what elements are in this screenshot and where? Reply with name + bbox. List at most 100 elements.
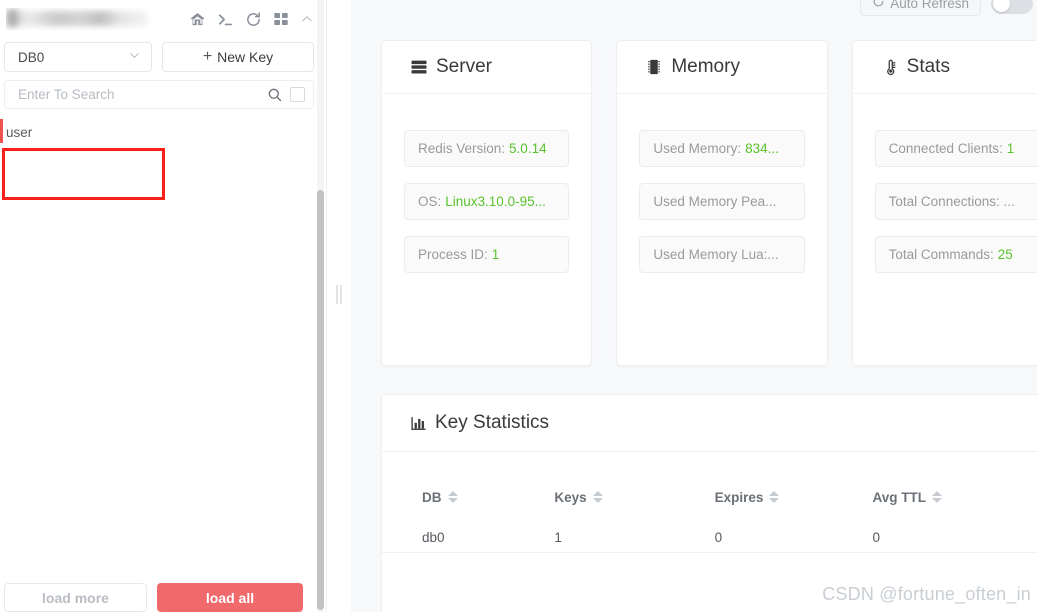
- stat-total-commands[interactable]: Total Commands: 25: [874, 236, 1037, 273]
- db-select[interactable]: DB0: [4, 42, 152, 72]
- toggle-knob: [993, 0, 1010, 12]
- card-memory-body: Used Memory: 834... Used Memory Pea... U…: [617, 94, 826, 273]
- sort-arrows-icon[interactable]: [592, 491, 603, 503]
- card-server-header: Server: [382, 41, 592, 94]
- new-key-button[interactable]: + New Key: [162, 42, 314, 72]
- stat-label: Total Commands:: [888, 247, 994, 262]
- auto-refresh-toggle[interactable]: [991, 0, 1033, 14]
- bar-chart-icon: [410, 415, 427, 432]
- sidebar: DB0 + New Key user: [0, 0, 327, 612]
- search-select-all-checkbox[interactable]: [290, 87, 305, 102]
- stat-connected-clients[interactable]: Connected Clients: 1: [874, 130, 1037, 167]
- stat-label: Connected Clients:: [888, 141, 1003, 156]
- chevron-up-icon[interactable]: [300, 12, 314, 26]
- terminal-icon[interactable]: [217, 11, 234, 28]
- stat-value: 25: [997, 247, 1013, 262]
- sidebar-scrollbar-thumb[interactable]: [317, 190, 324, 610]
- splitter-bar-2: [340, 285, 342, 304]
- cell-expires: 0: [714, 508, 873, 553]
- splitter-drag-handle[interactable]: [336, 285, 342, 304]
- load-all-button[interactable]: load all: [157, 583, 303, 612]
- key-item-label: user: [6, 124, 33, 140]
- key-item-marker: [0, 119, 3, 143]
- table-body: db0 1 0 0: [382, 508, 1037, 553]
- splitter-bar-1: [336, 285, 338, 304]
- sort-arrows-icon[interactable]: [769, 491, 780, 503]
- server-rack-icon: [410, 58, 428, 76]
- app-root: DB0 + New Key user: [0, 0, 1037, 612]
- column-header-keys-label: Keys: [554, 489, 587, 505]
- stat-os[interactable]: OS: Linux3.10.0-95...: [404, 183, 570, 220]
- column-header-db[interactable]: DB: [382, 452, 550, 508]
- memory-chip-icon: [645, 58, 663, 76]
- column-header-expires[interactable]: Expires: [715, 452, 873, 508]
- grid-icon[interactable]: [273, 11, 289, 27]
- card-server: Server Redis Version: 5.0.14 OS: Linux3.…: [381, 40, 593, 366]
- chevron-down-icon: [127, 48, 142, 66]
- card-server-body: Redis Version: 5.0.14 OS: Linux3.10.0-95…: [382, 94, 591, 273]
- column-header-expires-label: Expires: [714, 489, 764, 505]
- list-item[interactable]: user: [0, 119, 326, 143]
- sidebar-scrollbar[interactable]: [317, 0, 324, 612]
- stat-value: 1: [491, 247, 500, 262]
- search-box: [4, 80, 314, 109]
- card-memory: Memory Used Memory: 834... Used Memory P…: [616, 40, 828, 366]
- refresh-icon: [872, 0, 885, 11]
- auto-refresh-button[interactable]: Auto Refresh: [860, 0, 981, 16]
- card-memory-title: Memory: [671, 56, 740, 77]
- card-stats: Stats Connected Clients: 1 Total Connect…: [851, 40, 1037, 366]
- key-list: user: [0, 119, 326, 143]
- stat-used-memory[interactable]: Used Memory: 834...: [639, 130, 805, 167]
- stat-used-memory-lua[interactable]: Used Memory Lua:...: [639, 236, 805, 273]
- stat-label: Redis Version:: [418, 141, 506, 156]
- refresh-icon[interactable]: [245, 11, 262, 28]
- sidebar-header-icons: [189, 11, 314, 28]
- stat-value: 5.0.14: [509, 141, 547, 156]
- table-head: DB Keys Expires Avg TTL: [382, 452, 1037, 508]
- sidebar-search-row: [0, 72, 326, 109]
- search-icon[interactable]: [266, 86, 283, 103]
- column-header-avg-ttl[interactable]: Avg TTL: [873, 452, 1037, 508]
- load-more-button[interactable]: load more: [4, 583, 147, 612]
- new-key-label: New Key: [217, 49, 274, 65]
- sort-arrows-icon[interactable]: [447, 491, 458, 503]
- card-stats-body: Connected Clients: 1 Total Connections: …: [853, 94, 1037, 273]
- thermometer-icon: [881, 58, 899, 76]
- main-toolbar: Auto Refresh: [860, 0, 1033, 16]
- db-select-value: DB0: [18, 49, 45, 65]
- key-statistics-panel: Key Statistics DB Keys Expires Avg TTL d…: [381, 394, 1037, 612]
- plus-icon: +: [202, 48, 213, 65]
- stat-value: 1: [1006, 141, 1015, 156]
- panel-splitter: [327, 0, 351, 612]
- column-header-db-label: DB: [422, 489, 442, 505]
- stat-label: Used Memory Lua:...: [653, 247, 779, 262]
- card-memory-header: Memory: [617, 41, 827, 94]
- table-header-row: DB Keys Expires Avg TTL: [382, 452, 1037, 508]
- table-row[interactable]: db0 1 0 0: [382, 508, 1037, 553]
- card-stats-header: Stats: [852, 41, 1037, 94]
- home-icon[interactable]: [189, 11, 206, 28]
- sidebar-db-row: DB0 + New Key: [0, 38, 326, 72]
- stat-label: Process ID:: [418, 247, 488, 262]
- cell-keys: 1: [550, 508, 715, 553]
- key-statistics-table: DB Keys Expires Avg TTL db0 1 0 0: [382, 452, 1037, 553]
- stat-value: Linux3.10.0-95...: [445, 194, 546, 209]
- stat-used-memory-peak[interactable]: Used Memory Pea...: [639, 183, 805, 220]
- key-statistics-header: Key Statistics: [382, 395, 1037, 452]
- stat-value: 834...: [745, 141, 779, 156]
- column-header-keys[interactable]: Keys: [550, 452, 714, 508]
- main-panel: Auto Refresh Server Redis Version: 5.0.1…: [351, 0, 1037, 612]
- key-statistics-title: Key Statistics: [435, 412, 550, 433]
- stat-process-id[interactable]: Process ID: 1: [404, 236, 570, 273]
- search-input[interactable]: [18, 87, 266, 102]
- sort-arrows-icon[interactable]: [932, 491, 942, 503]
- cell-db: db0: [382, 508, 551, 553]
- stat-label: Used Memory:: [653, 141, 742, 156]
- card-stats-title: Stats: [906, 56, 950, 77]
- auto-refresh-label: Auto Refresh: [890, 0, 969, 11]
- connection-title-redacted: [6, 8, 189, 30]
- stat-label: Total Connections: ...: [888, 194, 1015, 209]
- stat-redis-version[interactable]: Redis Version: 5.0.14: [404, 130, 570, 167]
- card-server-title: Server: [436, 56, 492, 77]
- stat-total-connections[interactable]: Total Connections: ...: [874, 183, 1037, 220]
